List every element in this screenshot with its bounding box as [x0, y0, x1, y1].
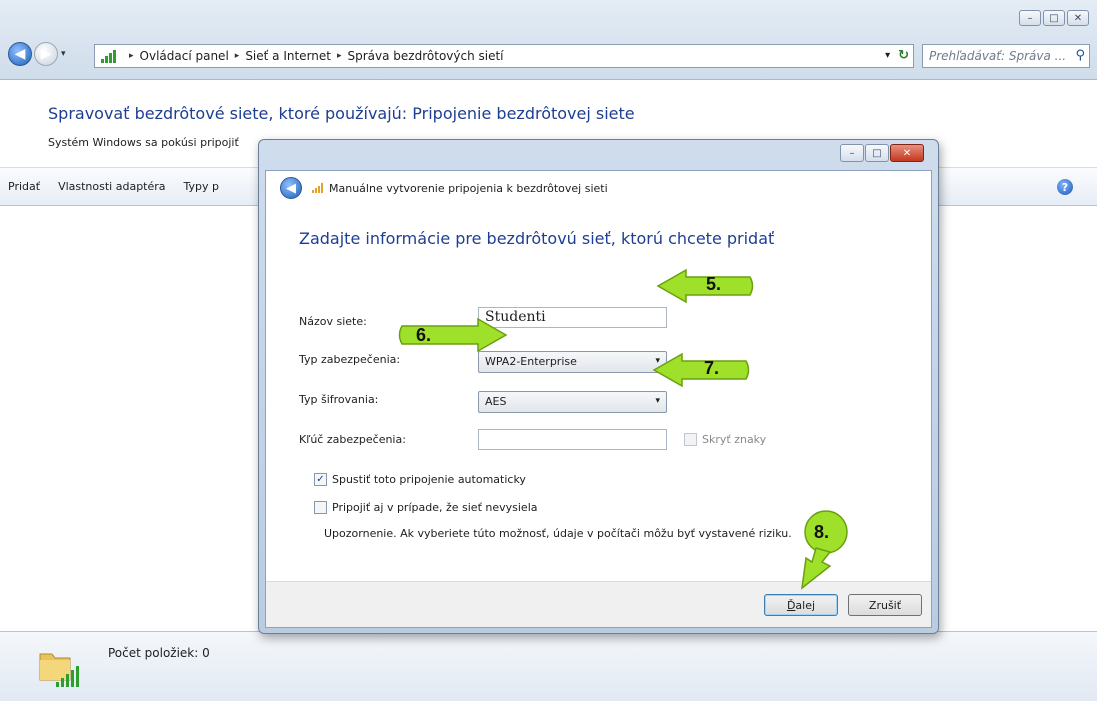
wireless-signal-icon	[312, 183, 323, 193]
chevron-down-icon: ▾	[655, 396, 660, 406]
callout-label-6: 6.	[416, 325, 432, 345]
connect-hidden-checkbox[interactable]	[314, 501, 327, 514]
security-warning-text: Upozornenie. Ak vyberiete túto možnosť, …	[324, 527, 792, 540]
network-name-label: Názov siete:	[299, 315, 367, 328]
back-button[interactable]: ◀	[8, 42, 32, 66]
breadcrumb-separator-icon[interactable]: ▸	[129, 51, 134, 61]
window-controls: – □ ✕	[1019, 10, 1089, 26]
dialog-title: Manuálne vytvorenie pripojenia k bezdrôt…	[329, 181, 608, 195]
dialog-header: ◀ Manuálne vytvorenie pripojenia k bezdr…	[266, 171, 931, 205]
callout-arrow-6: 6.	[396, 317, 508, 353]
add-button[interactable]: Pridať	[8, 180, 40, 193]
page-title: Spravovať bezdrôtové siete, ktoré použív…	[48, 104, 635, 123]
hide-characters-checkbox[interactable]	[684, 433, 697, 446]
search-icon[interactable]: ⚲	[1075, 48, 1085, 63]
help-icon[interactable]: ?	[1057, 179, 1073, 195]
adapter-properties-button[interactable]: Vlastnosti adaptéra	[58, 180, 165, 193]
next-button[interactable]: Ďalej	[764, 594, 838, 616]
wireless-folder-icon	[39, 653, 79, 687]
navigation-buttons: ◀ ▶ ▾	[8, 42, 70, 66]
dialog-back-button[interactable]: ◀	[280, 177, 302, 199]
security-type-select[interactable]: WPA2-Enterprise ▾	[478, 351, 667, 373]
close-button[interactable]: ✕	[1067, 10, 1089, 26]
maximize-button[interactable]: □	[1043, 10, 1065, 26]
breadcrumb-separator-icon[interactable]: ▸	[235, 51, 240, 61]
connect-hidden-label: Pripojiť aj v prípade, že sieť nevysiela	[332, 501, 538, 514]
address-dropdown-icon[interactable]: ▾	[885, 50, 890, 61]
security-key-label: Kľúč zabezpečenia:	[299, 433, 406, 446]
forward-button[interactable]: ▶	[34, 42, 58, 66]
auto-connect-label: Spustiť toto pripojenie automaticky	[332, 473, 526, 486]
cancel-button[interactable]: Zrušiť	[848, 594, 922, 616]
item-count: Počet položiek: 0	[108, 646, 210, 660]
address-actions: ▾ ↻	[885, 48, 909, 63]
auto-connect-checkbox[interactable]: ✓	[314, 473, 327, 486]
callout-label-7: 7.	[704, 358, 720, 378]
page-description: Systém Windows sa pokúsi pripojiť	[48, 136, 239, 149]
encryption-type-select[interactable]: AES ▾	[478, 391, 667, 413]
breadcrumb-network-internet[interactable]: Sieť a Internet	[245, 49, 331, 63]
next-label: alej	[795, 598, 816, 612]
window-frame: – □ ✕ ◀ ▶ ▾ ▸ Ovládací panel ▸ Sieť a In…	[0, 0, 1097, 80]
dialog-close-button[interactable]: ✕	[890, 144, 924, 162]
security-key-input[interactable]	[478, 429, 667, 450]
dialog-minimize-button[interactable]: –	[840, 144, 864, 162]
dialog-maximize-button[interactable]: □	[865, 144, 889, 162]
network-signal-icon	[101, 49, 117, 63]
callout-label-5: 5.	[706, 274, 722, 294]
dialog-window-controls: – □ ✕	[840, 144, 924, 162]
callout-arrow-8: 8.	[780, 510, 862, 590]
address-bar[interactable]: ▸ Ovládací panel ▸ Sieť a Internet ▸ Spr…	[94, 44, 914, 68]
recent-pages-dropdown[interactable]: ▾	[61, 49, 66, 59]
search-placeholder: Prehľadávať: Správa ...	[929, 49, 1067, 63]
callout-arrow-7: 7.	[652, 352, 752, 388]
search-input[interactable]: Prehľadávať: Správa ... ⚲	[922, 44, 1090, 68]
encryption-type-value: AES	[485, 395, 507, 408]
encryption-type-label: Typ šifrovania:	[299, 393, 379, 406]
callout-label-8: 8.	[814, 522, 830, 542]
breadcrumb-wireless-networks[interactable]: Správa bezdrôtových sietí	[348, 49, 504, 63]
breadcrumb: ▸ Ovládací panel ▸ Sieť a Internet ▸ Spr…	[123, 49, 504, 63]
security-type-value: WPA2-Enterprise	[485, 355, 577, 368]
dialog-heading: Zadajte informácie pre bezdrôtovú sieť, …	[299, 229, 775, 248]
breadcrumb-control-panel[interactable]: Ovládací panel	[140, 49, 229, 63]
callout-arrow-5: 5.	[656, 268, 756, 304]
hide-characters-label: Skryť znaky	[702, 433, 767, 446]
next-accesskey: Ď	[786, 598, 796, 612]
refresh-icon[interactable]: ↻	[898, 48, 909, 63]
breadcrumb-separator-icon[interactable]: ▸	[337, 51, 342, 61]
details-pane: Počet položiek: 0	[0, 631, 1097, 701]
profile-types-button[interactable]: Typy p	[184, 180, 220, 193]
minimize-button[interactable]: –	[1019, 10, 1041, 26]
security-type-label: Typ zabezpečenia:	[299, 353, 401, 366]
